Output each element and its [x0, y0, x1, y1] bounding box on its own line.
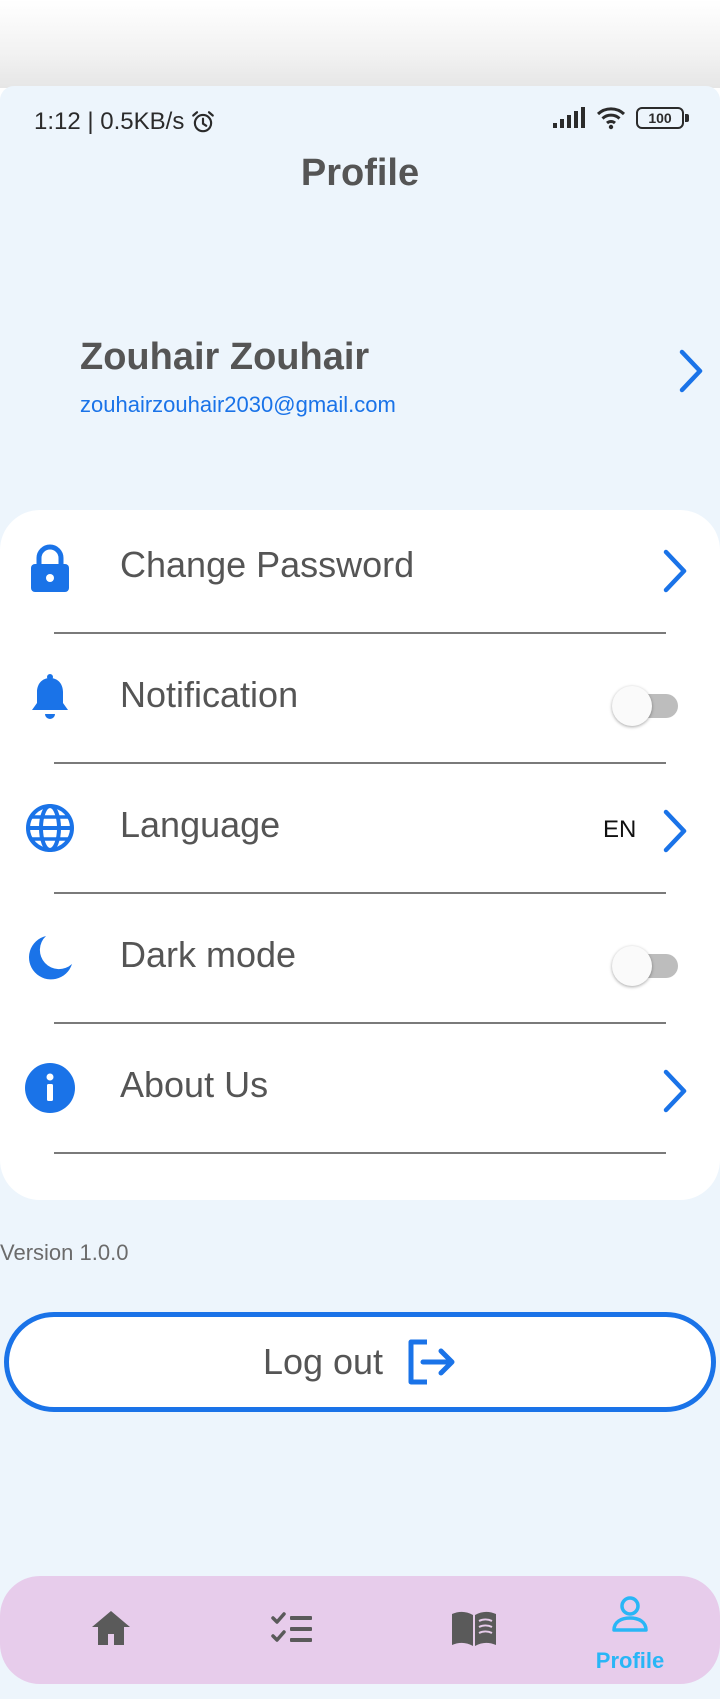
settings-item-label: Dark mode	[120, 934, 297, 975]
alarm-icon	[192, 111, 215, 133]
settings-item-label: Language	[120, 804, 281, 845]
settings-item-language[interactable]: Language EN	[0, 780, 720, 910]
profile-header[interactable]: Zouhair Zouhair zouhairzouhair2030@gmail…	[0, 336, 720, 456]
notification-toggle[interactable]	[612, 684, 678, 726]
settings-item-label: About Us	[120, 1064, 269, 1105]
settings-item-about-us[interactable]: About Us	[0, 1040, 720, 1170]
divider	[54, 1152, 666, 1154]
globe-icon	[26, 804, 74, 852]
nav-item-home[interactable]	[50, 1576, 170, 1684]
wifi-icon	[596, 107, 626, 130]
lock-icon	[31, 544, 69, 592]
divider	[54, 762, 666, 764]
profile-name: Zouhair Zouhair	[80, 336, 370, 378]
moon-icon	[29, 936, 72, 980]
bottom-nav: Profile	[0, 1576, 720, 1684]
settings-item-label: Change Password	[120, 544, 415, 585]
divider	[54, 1022, 666, 1024]
nav-item-tasks[interactable]	[230, 1576, 350, 1684]
page-title: Profile	[300, 152, 420, 194]
nav-label-profile: Profile	[595, 1648, 665, 1673]
chevron-right-icon[interactable]	[676, 348, 706, 394]
person-icon	[612, 1596, 648, 1632]
battery-level: 100	[648, 110, 672, 126]
settings-item-label: Notification	[120, 674, 299, 715]
logout-label: Log out	[262, 1341, 384, 1382]
settings-card: Change Password Notification Language EN…	[0, 510, 720, 1200]
battery-icon: 100	[636, 107, 689, 129]
info-icon	[25, 1063, 75, 1113]
bell-icon	[32, 674, 68, 719]
status-time-speed: 1:12 | 0.5KB/s	[34, 108, 185, 135]
settings-item-dark-mode: Dark mode	[0, 910, 720, 1040]
status-bar: 1:12 | 0.5KB/s 100	[0, 86, 720, 158]
chevron-right-icon[interactable]	[660, 1068, 690, 1114]
dark-mode-toggle[interactable]	[612, 944, 678, 986]
divider	[54, 632, 666, 634]
status-left: 1:12 | 0.5KB/s	[34, 108, 216, 136]
language-value: EN	[603, 816, 637, 843]
status-right: 100	[552, 106, 689, 130]
checklist-icon	[271, 1612, 312, 1642]
home-icon	[92, 1611, 130, 1645]
nav-item-profile[interactable]: Profile	[570, 1576, 690, 1684]
logout-icon	[408, 1339, 455, 1385]
settings-item-change-password[interactable]: Change Password	[0, 520, 720, 650]
toggle-thumb	[612, 946, 652, 986]
profile-email: zouhairzouhair2030@gmail.com	[80, 392, 396, 417]
chevron-right-icon[interactable]	[660, 808, 690, 854]
toggle-thumb	[612, 686, 652, 726]
chevron-right-icon[interactable]	[660, 548, 690, 594]
nav-item-library[interactable]	[410, 1576, 530, 1684]
book-icon	[452, 1611, 496, 1646]
logout-button[interactable]: Log out	[4, 1312, 716, 1412]
app-screen: 1:12 | 0.5KB/s 100 Profile Zouhair Zouha…	[0, 86, 720, 1699]
app-version: Version 1.0.0	[0, 1240, 129, 1265]
divider	[54, 892, 666, 894]
settings-item-notification: Notification	[0, 650, 720, 780]
top-shadow	[0, 0, 720, 88]
signal-icon	[553, 107, 585, 128]
